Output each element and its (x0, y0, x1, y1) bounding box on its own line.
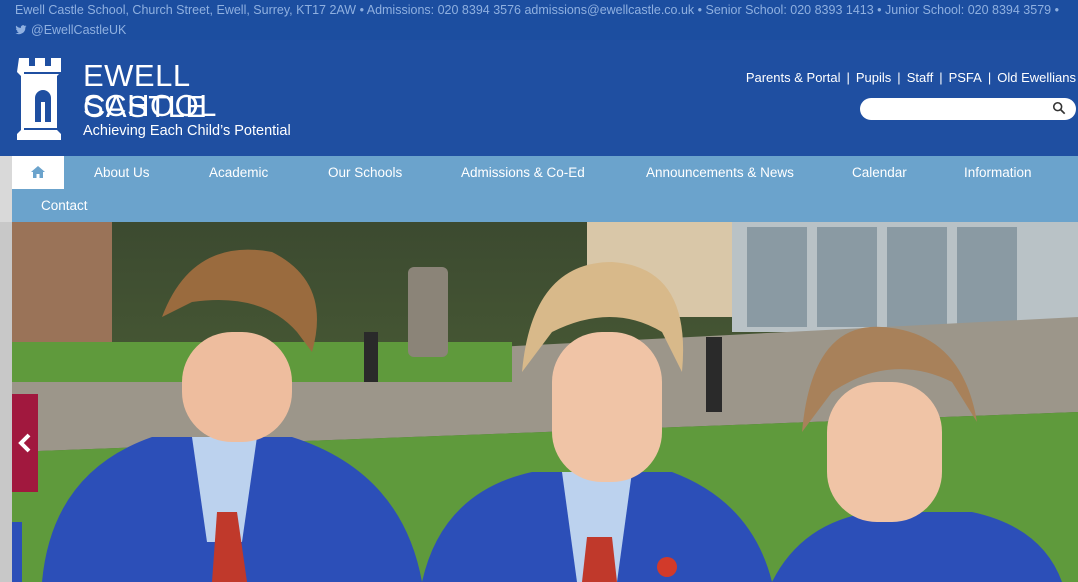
quick-links: Parents & Portal | Pupils | Staff | PSFA… (746, 70, 1076, 85)
link-psfa[interactable]: PSFA (949, 70, 982, 85)
castle-tower-icon (17, 58, 62, 140)
contact-line: Ewell Castle School, Church Street, Ewel… (15, 3, 1059, 17)
nav-calendar[interactable]: Calendar (852, 156, 907, 189)
school-logo[interactable]: EWELL CASTLE SCHOOL Achieving Each Child… (15, 58, 305, 140)
search-input[interactable] (870, 98, 1050, 120)
twitter-handle[interactable]: @EwellCastleUK (31, 20, 126, 40)
link-pupils[interactable]: Pupils (856, 70, 891, 85)
separator: | (846, 70, 850, 85)
search-icon[interactable] (1052, 101, 1066, 115)
twitter-bird-icon (15, 25, 27, 35)
link-parents-portal[interactable]: Parents & Portal (746, 70, 841, 85)
nav-our-schools[interactable]: Our Schools (328, 156, 402, 189)
site-header: EWELL CASTLE SCHOOL Achieving Each Child… (0, 40, 1078, 156)
main-nav: About Us Academic Our Schools Admissions… (12, 156, 1078, 222)
nav-home[interactable] (12, 156, 64, 189)
nav-academic[interactable]: Academic (209, 156, 268, 189)
contact-bar: Ewell Castle School, Church Street, Ewel… (0, 0, 1078, 40)
school-name-line2: SCHOOL (83, 88, 217, 123)
twitter-link[interactable]: @EwellCastleUK (15, 20, 1078, 40)
hero-illustration (12, 222, 1078, 582)
page-gutter (0, 222, 12, 582)
separator: | (987, 70, 992, 85)
nav-contact[interactable]: Contact (41, 189, 88, 222)
separator: | (939, 70, 943, 85)
slider-prev-button[interactable] (12, 394, 38, 492)
chevron-left-icon (18, 433, 31, 453)
nav-about-us[interactable]: About Us (94, 156, 150, 189)
nav-admissions[interactable]: Admissions & Co-Ed (461, 156, 585, 189)
link-staff[interactable]: Staff (907, 70, 934, 85)
nav-information[interactable]: Information (964, 156, 1032, 189)
nav-announcements[interactable]: Announcements & News (646, 156, 794, 189)
separator: | (897, 70, 901, 85)
home-icon (31, 166, 45, 178)
link-old-ewellians[interactable]: Old Ewellians (997, 70, 1076, 85)
school-tagline: Achieving Each Child’s Potential (83, 123, 291, 139)
hero-photo (12, 222, 1078, 582)
search-box (860, 98, 1076, 120)
